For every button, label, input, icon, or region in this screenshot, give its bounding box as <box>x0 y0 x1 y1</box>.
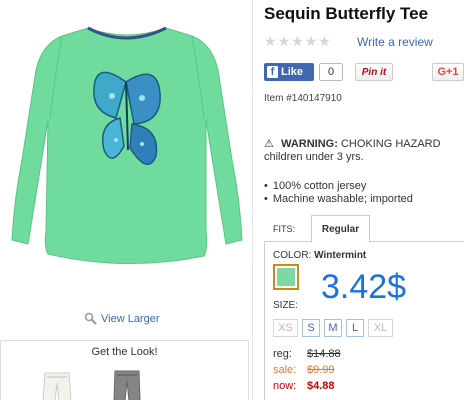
facebook-icon: f <box>267 66 278 78</box>
magnifier-icon <box>84 312 97 325</box>
star-icon: ★ <box>304 33 318 49</box>
warning-icon: ⚠ <box>264 138 274 150</box>
fits-tabs: FITS: Regular <box>264 215 464 243</box>
star-icon: ★ <box>264 33 277 49</box>
size-m[interactable]: M <box>324 319 342 337</box>
regular-price-row: reg: $14.88 <box>273 346 341 362</box>
now-price-label: now: <box>273 380 297 392</box>
pinterest-button[interactable]: Pin it <box>355 63 393 81</box>
star-icon: ★ <box>291 33 304 49</box>
tab-regular[interactable]: Regular <box>311 215 370 243</box>
size-s[interactable]: S <box>302 319 320 337</box>
regular-price-label: reg: <box>273 348 292 360</box>
sale-price-label: sale: <box>273 364 297 376</box>
color-value: Wintermint <box>314 250 367 261</box>
size-xs: XS <box>273 319 298 337</box>
get-the-look-panel: Get the Look! <box>0 340 249 400</box>
star-icon: ★ <box>318 33 331 49</box>
color-label: COLOR: Wintermint <box>273 250 366 261</box>
warning-label: WARNING: <box>281 138 338 150</box>
like-label: Like <box>281 66 304 78</box>
color-swatch-wintermint[interactable] <box>273 264 299 290</box>
gray-pants-thumbnail[interactable] <box>109 369 145 400</box>
regular-price: $14.88 <box>307 348 341 360</box>
product-details: Sequin Butterfly Tee ★ ★ ★ ★ ★ Write a r… <box>264 0 464 400</box>
price-list: reg: $14.88 sale: $9.99 now: $4.88 <box>273 346 341 394</box>
sale-price: $9.99 <box>307 364 335 376</box>
list-item: 100% cotton jersey <box>264 180 413 193</box>
warning-line2: children under 3 yrs. <box>264 151 364 163</box>
view-larger-link[interactable]: View Larger <box>84 312 160 326</box>
choking-warning: ⚠ WARNING: CHOKING HAZARD children under… <box>264 138 464 164</box>
write-review-link[interactable]: Write a review <box>357 35 433 49</box>
item-number: Item #140147910 <box>264 93 342 104</box>
feature-list: 100% cotton jersey Machine washable; imp… <box>264 180 413 206</box>
column-divider <box>252 0 253 400</box>
purchase-panel: COLOR: Wintermint 3.42$ SIZE: XS S M L X… <box>264 242 464 400</box>
price-overlay: 3.42$ <box>321 268 407 306</box>
size-l[interactable]: L <box>346 319 364 337</box>
size-xl: XL <box>368 319 393 337</box>
google-plus-button[interactable]: G+1 <box>432 63 464 81</box>
star-icon: ★ <box>277 33 291 49</box>
color-label-text: COLOR: <box>273 250 312 261</box>
white-pants-thumbnail[interactable] <box>39 371 75 400</box>
now-price: $4.88 <box>307 380 335 392</box>
rating-stars: ★ ★ ★ ★ ★ <box>264 34 331 48</box>
product-title: Sequin Butterfly Tee <box>264 4 429 23</box>
now-price-row: now: $4.88 <box>273 378 341 394</box>
size-label: SIZE: <box>273 300 299 311</box>
warning-text: CHOKING HAZARD <box>340 138 441 150</box>
product-image[interactable] <box>0 0 255 300</box>
list-item: Machine washable; imported <box>264 193 413 206</box>
sale-price-row: sale: $9.99 <box>273 362 341 378</box>
get-the-look-title: Get the Look! <box>91 346 158 358</box>
view-larger-label: View Larger <box>101 313 160 325</box>
facebook-like-button[interactable]: f Like <box>264 63 314 81</box>
product-gallery: View Larger Get the Look! <box>0 0 255 400</box>
size-options: XS S M L XL <box>273 319 393 337</box>
like-count: 0 <box>319 63 343 81</box>
fits-label: FITS: <box>273 224 295 234</box>
